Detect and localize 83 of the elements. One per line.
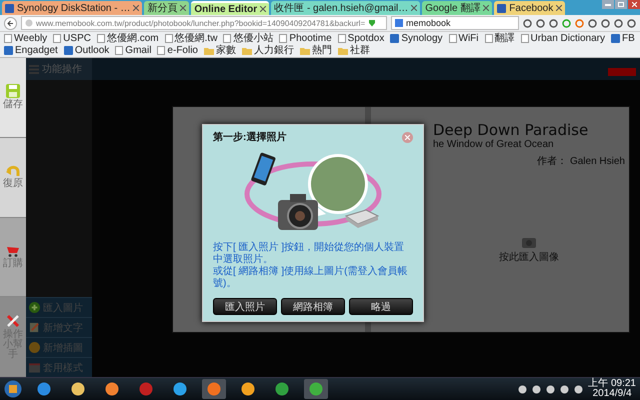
minimize-icon xyxy=(605,4,611,6)
bookmark-link[interactable]: Outlook xyxy=(64,45,110,56)
undo-arrow-icon xyxy=(6,165,20,178)
browser-tab[interactable]: Google 翻譯 xyxy=(422,1,492,15)
url-text: www.memobook.com.tw/product/photobook/luncher.php?bookid=14090409204781&backurl= xyxy=(36,18,366,28)
note-pencil-icon xyxy=(29,322,40,333)
camera-icon xyxy=(522,236,536,248)
page-icon xyxy=(279,34,288,43)
browser-tab[interactable]: Online Editor xyxy=(191,1,270,15)
bookmark-link[interactable]: 翻譯 xyxy=(484,33,515,44)
dialog-title: 第一步:選擇照片 xyxy=(213,130,286,144)
back-button[interactable] xyxy=(4,16,17,30)
bookmark-link[interactable]: Phootime xyxy=(279,33,332,44)
book-title: Deep Down Paradise xyxy=(433,121,590,139)
site-logo-icon xyxy=(64,46,73,55)
site-logo-icon xyxy=(497,4,506,12)
browser-tab[interactable]: Facebook xyxy=(494,1,566,15)
window-icon xyxy=(29,362,40,372)
image-placeholder-text: 按此匯入圖像 xyxy=(499,250,559,264)
toolbar-button[interactable]: 復原 xyxy=(0,138,26,218)
page-icon xyxy=(520,34,529,43)
shield-icon xyxy=(368,19,376,27)
plus-circle-icon xyxy=(29,302,40,313)
bookmark-link[interactable]: FB xyxy=(611,33,635,44)
maximize-icon xyxy=(618,2,624,7)
bookmark-link[interactable]: USPC xyxy=(53,33,91,44)
browser-tab[interactable]: Synology DiskStation - … xyxy=(2,1,142,15)
page-icon xyxy=(4,34,12,43)
close-icon[interactable] xyxy=(133,5,140,11)
page-icon xyxy=(338,34,346,43)
author-text: 作者： Galen Hsieh xyxy=(537,154,625,168)
site-logo-icon xyxy=(611,34,620,43)
bookmark-link[interactable]: 人力銀行 xyxy=(242,45,294,56)
shopping-cart-icon xyxy=(6,244,20,257)
tools-icon xyxy=(6,314,20,328)
bookmark-link[interactable]: 悠優網.com xyxy=(96,33,159,44)
dialog-button[interactable]: 網路相簿 xyxy=(281,298,345,315)
clock-time: 上午 09:21 xyxy=(588,379,636,389)
page-icon xyxy=(115,46,124,55)
bookmark-link[interactable]: 家數 xyxy=(204,45,236,56)
clock-date: 2014/9/4 xyxy=(592,389,632,399)
bookmark-link[interactable]: Spotdox xyxy=(338,33,384,44)
toolbar-button[interactable]: 儲存 xyxy=(0,58,26,138)
panel-title: 功能操作 xyxy=(42,62,82,76)
instruction-text: 或從[ 網路相簿 ]使用線上圖片(需登入會員帳號)。 xyxy=(213,266,408,290)
bookmark-link[interactable]: Synology xyxy=(390,33,443,44)
browser-tab[interactable]: 新分頁 xyxy=(144,1,190,15)
bookmark-link[interactable]: 悠優小站 xyxy=(223,33,274,44)
address-field[interactable]: www.memobook.com.tw/product/photobook/luncher.php?bookid=14090409204781&backurl= xyxy=(21,16,387,30)
close-icon[interactable] xyxy=(483,5,490,11)
page-icon xyxy=(223,34,232,43)
close-icon[interactable] xyxy=(556,5,562,11)
dialog-button[interactable]: 略過 xyxy=(349,298,413,315)
bookmark-link[interactable]: 社群 xyxy=(338,45,370,56)
dialog-button[interactable]: 匯入照片 xyxy=(213,298,277,315)
search-field[interactable]: memobook xyxy=(391,16,519,30)
site-logo-icon xyxy=(5,4,14,12)
search-text: memobook xyxy=(406,18,451,28)
start-orb-icon[interactable] xyxy=(4,380,22,398)
bookmark-link[interactable]: Urban Dictionary xyxy=(520,33,605,44)
close-button[interactable] xyxy=(628,0,640,9)
close-icon[interactable] xyxy=(411,5,418,11)
back-arrow-icon xyxy=(7,20,14,26)
book-subtitle: he Window of Great Ocean xyxy=(433,139,554,150)
bookmark-link[interactable]: 悠優網.tw xyxy=(164,33,218,44)
bookmark-link[interactable]: WiFi xyxy=(448,33,479,44)
site-logo-icon xyxy=(390,34,400,43)
close-icon[interactable] xyxy=(260,6,266,12)
instruction-text: 按下[ 匯入照片 ]按鈕，開始從您的個人裝置中選取照片。 xyxy=(213,242,406,266)
close-icon[interactable] xyxy=(180,5,186,11)
bookmark-link[interactable]: Gmail xyxy=(115,45,152,56)
close-icon xyxy=(632,2,636,7)
page-icon xyxy=(484,34,493,43)
page-icon xyxy=(96,34,105,43)
site-logo-icon xyxy=(4,46,13,55)
browser-tab[interactable]: 收件匣 - galen.hsieh@gmail… xyxy=(271,1,420,15)
close-icon xyxy=(405,134,410,140)
bookmark-link[interactable]: Engadget xyxy=(4,45,58,56)
bookmark-link[interactable]: e-Folio xyxy=(157,45,198,56)
page-icon xyxy=(448,34,457,43)
bookmark-link[interactable]: 熱門 xyxy=(300,45,332,56)
page-icon xyxy=(53,34,62,43)
bookmark-link[interactable]: Weebly xyxy=(4,33,48,44)
